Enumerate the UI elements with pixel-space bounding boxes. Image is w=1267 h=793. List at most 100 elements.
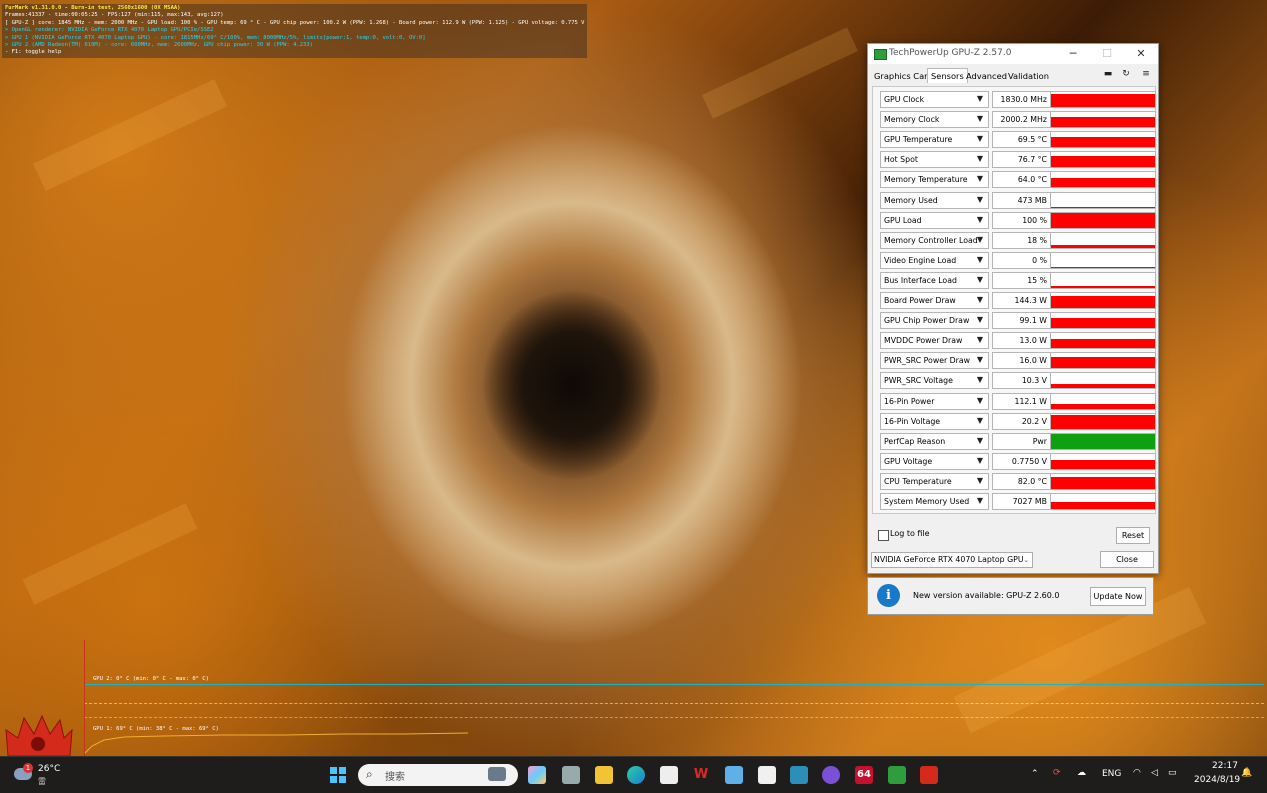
- task-view-icon[interactable]: [562, 766, 580, 784]
- dropdown-arrow-icon[interactable]: ▼: [973, 292, 987, 309]
- aida64-icon[interactable]: 64: [855, 766, 873, 784]
- tab-validation[interactable]: Validation: [1008, 71, 1049, 81]
- sensor-value: 144.3 W: [992, 292, 1051, 309]
- copilot-icon[interactable]: [528, 766, 546, 784]
- battery-icon[interactable]: ▭: [1168, 768, 1177, 778]
- sensor-graph: [1050, 372, 1156, 390]
- volume-icon[interactable]: ◁: [1151, 768, 1158, 778]
- wifi-icon[interactable]: ◠: [1133, 768, 1141, 778]
- onedrive-icon[interactable]: ☁: [1077, 768, 1086, 778]
- clock-date[interactable]: 2024/8/19: [1194, 775, 1240, 785]
- dropdown-arrow-icon[interactable]: ▼: [973, 493, 987, 510]
- dropdown-arrow-icon[interactable]: ▼: [973, 111, 987, 128]
- hud-line: > GPU 2 (AMD Radeon(TM) 610M) - core: 60…: [5, 42, 313, 49]
- dropdown-arrow-icon[interactable]: ▼: [973, 312, 987, 329]
- sensor-graph-fill: [1051, 317, 1155, 329]
- maximize-button[interactable]: ☐: [1092, 46, 1122, 62]
- app-icon-a[interactable]: [790, 766, 808, 784]
- tab-advanced[interactable]: Advanced: [966, 71, 1007, 81]
- sensor-graph-fill: [1051, 501, 1155, 509]
- sensor-value: 15 %: [992, 271, 1051, 289]
- sensor-graph: [1050, 332, 1156, 350]
- dropdown-arrow-icon[interactable]: ▼: [973, 332, 987, 349]
- paint-icon[interactable]: [758, 766, 776, 784]
- camera-icon[interactable]: ▬: [1102, 69, 1114, 81]
- sensor-value: 7027 MB: [992, 493, 1051, 510]
- menu-icon[interactable]: ≡: [1140, 69, 1152, 81]
- sensor-row: System Memory Used ▼ 7027 MB: [876, 493, 1157, 510]
- sensor-graph-fill: [1051, 206, 1155, 208]
- furmark-taskbar-icon[interactable]: [920, 766, 938, 784]
- dropdown-arrow-icon[interactable]: ▼: [973, 192, 987, 209]
- dropdown-arrow-icon[interactable]: ▼: [973, 131, 987, 148]
- sensor-value: 16.0 W: [992, 352, 1051, 370]
- dropdown-arrow-icon[interactable]: ▼: [973, 413, 987, 430]
- sensor-row: GPU Load ▼ 100 %: [876, 211, 1157, 229]
- search-box[interactable]: ⌕ 搜索: [358, 764, 518, 786]
- gpuz-titlebar[interactable]: TechPowerUp GPU-Z 2.57.0 ─ ☐ ✕: [868, 44, 1158, 64]
- close-button[interactable]: Close: [1100, 551, 1154, 568]
- tab-graphics-card[interactable]: Graphics Card: [874, 71, 933, 81]
- hud-line: > OpenGL renderer: NVIDIA GeForce RTX 40…: [5, 27, 214, 34]
- store-icon[interactable]: [660, 766, 678, 784]
- sensor-graph-fill: [1051, 136, 1155, 148]
- hud-line: - F1: toggle help: [5, 49, 62, 56]
- sensor-graph: [1050, 191, 1156, 209]
- notepad-icon[interactable]: [725, 766, 743, 784]
- close-window-button[interactable]: ✕: [1126, 46, 1156, 62]
- sensor-graph: [1050, 171, 1156, 189]
- sensor-graph-fill: [1051, 212, 1155, 228]
- device-select[interactable]: NVIDIA GeForce RTX 4070 Laptop GPU ⌄: [871, 552, 1033, 568]
- chevron-up-icon[interactable]: ⌃: [1031, 769, 1039, 779]
- edge-icon[interactable]: [627, 766, 645, 784]
- app-icon-b[interactable]: [822, 766, 840, 784]
- sensor-row: PerfCap Reason ▼ Pwr: [876, 432, 1157, 450]
- dropdown-arrow-icon[interactable]: ▼: [973, 372, 987, 389]
- dropdown-arrow-icon[interactable]: ▼: [973, 171, 987, 188]
- clock-time[interactable]: 22:17: [1212, 761, 1238, 771]
- wps-icon[interactable]: W: [692, 766, 710, 784]
- log-to-file-checkbox[interactable]: [878, 530, 889, 541]
- dropdown-arrow-icon[interactable]: ▼: [973, 453, 987, 470]
- tab-sensors[interactable]: Sensors: [927, 68, 968, 83]
- sensor-graph: [1050, 472, 1156, 490]
- sync-icon[interactable]: ⟳: [1053, 768, 1061, 778]
- update-now-button[interactable]: Update Now: [1090, 587, 1146, 606]
- sensor-graph: [1050, 111, 1156, 129]
- dropdown-arrow-icon[interactable]: ▼: [973, 352, 987, 369]
- dropdown-arrow-icon[interactable]: ▼: [973, 151, 987, 168]
- dropdown-arrow-icon[interactable]: ▼: [973, 272, 987, 289]
- refresh-icon[interactable]: ↻: [1120, 69, 1132, 81]
- reset-button[interactable]: Reset: [1116, 527, 1150, 544]
- search-placeholder: 搜索: [385, 772, 405, 783]
- sensor-graph-fill: [1051, 266, 1155, 268]
- dropdown-arrow-icon[interactable]: ▼: [973, 393, 987, 410]
- sensor-value: 13.0 W: [992, 332, 1051, 350]
- notification-bell-icon[interactable]: 🔔: [1241, 768, 1252, 778]
- dropdown-arrow-icon[interactable]: ▼: [973, 252, 987, 269]
- info-icon: i: [877, 584, 900, 607]
- language-indicator[interactable]: ENG: [1102, 769, 1121, 779]
- sensor-graph-fill: [1051, 93, 1155, 107]
- dropdown-arrow-icon[interactable]: ▼: [973, 473, 987, 490]
- dropdown-arrow-icon[interactable]: ▼: [973, 433, 987, 450]
- sensor-value: 10.3 V: [992, 372, 1051, 390]
- device-select-value: NVIDIA GeForce RTX 4070 Laptop GPU: [874, 555, 1024, 564]
- sensor-value: 82.0 °C: [992, 472, 1051, 490]
- sensor-graph-fill: [1051, 116, 1155, 128]
- sensor-value: 99.1 W: [992, 312, 1051, 330]
- gpuz-taskbar-icon[interactable]: [888, 766, 906, 784]
- file-explorer-icon[interactable]: [595, 766, 613, 784]
- minimize-button[interactable]: ─: [1058, 46, 1088, 62]
- dropdown-arrow-icon[interactable]: ▼: [973, 91, 987, 108]
- gpuz-app-icon: [874, 49, 887, 60]
- sensor-row: Memory Clock ▼ 2000.2 MHz: [876, 111, 1157, 129]
- hud-line: > GPU 1 (NVIDIA GeForce RTX 4070 Laptop …: [5, 34, 426, 41]
- weather-widget[interactable]: 1 26°C 雷: [12, 762, 72, 788]
- sensor-graph-fill: [1051, 285, 1155, 288]
- sensor-value: Pwr: [992, 432, 1051, 450]
- dropdown-arrow-icon[interactable]: ▼: [973, 212, 987, 229]
- sensor-graph-fill: [1051, 296, 1155, 308]
- dropdown-arrow-icon[interactable]: ▼: [973, 232, 987, 249]
- start-icon[interactable]: [329, 766, 347, 784]
